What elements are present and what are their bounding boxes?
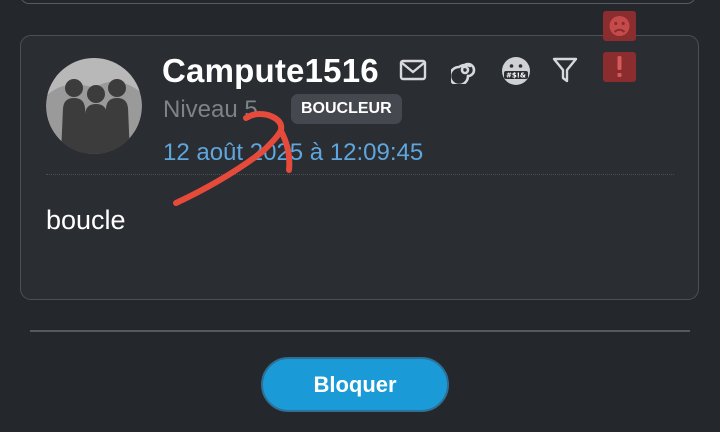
block-button[interactable]: Bloquer [261, 357, 449, 412]
post-content: boucle [46, 205, 126, 235]
post-date[interactable]: 12 août 2025 à 12:09:45 [163, 139, 423, 167]
sad-face-icon [609, 16, 630, 36]
censored-face-text: #$!& [506, 72, 526, 80]
censored-face-icon[interactable]: #$!& [501, 56, 531, 91]
boucleur-tooltip: BOUCLEUR [291, 94, 402, 124]
user-level: Niveau 5 [163, 96, 258, 123]
spiral-icon[interactable] [448, 56, 479, 89]
report-button[interactable] [603, 52, 636, 82]
previous-post-card [20, 0, 696, 4]
avatar[interactable] [46, 58, 142, 154]
post-divider [46, 174, 674, 175]
sad-face-button[interactable] [603, 11, 636, 41]
envelope-icon[interactable] [399, 59, 427, 86]
filter-icon[interactable] [552, 57, 578, 89]
section-divider [30, 330, 690, 332]
exclamation-icon [617, 56, 622, 77]
username[interactable]: Campute1516 [162, 52, 379, 90]
